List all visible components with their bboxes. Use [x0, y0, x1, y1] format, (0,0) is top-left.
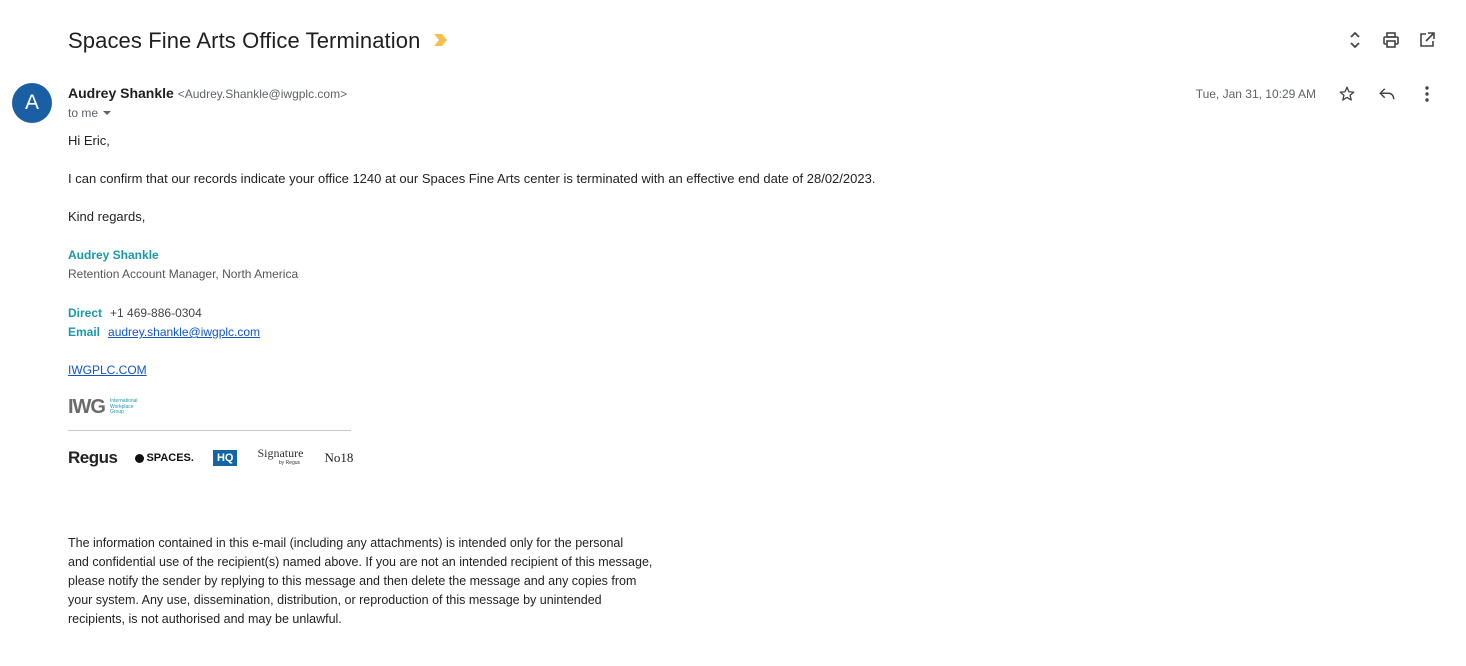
dropdown-arrow-icon: [102, 106, 112, 120]
signature-name: Audrey Shankle: [68, 248, 159, 262]
brand-logos: Regus SPACES. HQ Signature by Regus No18: [68, 444, 353, 472]
email-label: Email: [68, 325, 101, 339]
email-subject: Spaces Fine Arts Office Termination: [68, 28, 421, 53]
direct-label: Direct: [68, 306, 103, 320]
sender-name[interactable]: Audrey Shankle: [68, 85, 174, 101]
hq-logo: HQ: [212, 450, 238, 466]
open-in-new-window-icon[interactable]: [1418, 30, 1436, 50]
spaces-dot-icon: [135, 453, 145, 463]
star-icon[interactable]: [1338, 84, 1356, 104]
website-link[interactable]: IWGPLC.COM: [68, 363, 147, 377]
disclaimer-line: recipients, is not authorised and may be…: [68, 612, 342, 626]
message-date: Tue, Jan 31, 10:29 AM: [1195, 87, 1316, 101]
thread-toolbar: [1346, 30, 1436, 50]
signature-brand-text: Signature: [257, 446, 304, 460]
importance-marker-icon[interactable]: [434, 33, 448, 51]
signature-direct: Direct +1 469-886-0304: [68, 305, 202, 320]
sender-email: <Audrey.Shankle@iwgplc.com>: [177, 87, 348, 101]
iwg-logo-text: IWG: [68, 396, 106, 418]
iwg-sub-line: Group: [110, 409, 124, 416]
iwg-logo-subtitle: International Workplace Group: [110, 399, 138, 416]
signature-brand-sub: by Regus: [278, 460, 301, 466]
sender-line: Audrey Shankle <Audrey.Shankle@iwgplc.co…: [68, 85, 347, 101]
to-label: to me: [68, 106, 99, 120]
direct-phone: +1 469-886-0304: [110, 306, 202, 320]
recipients-toggle[interactable]: to me: [68, 106, 112, 120]
disclaimer-line: and confidential use of the recipient(s)…: [68, 555, 653, 569]
body-paragraph: I can confirm that our records indicate …: [68, 171, 876, 186]
more-vertical-icon[interactable]: [1418, 84, 1436, 104]
subject-row: Spaces Fine Arts Office Termination: [68, 26, 448, 56]
print-icon[interactable]: [1382, 30, 1400, 50]
website-row: IWGPLC.COM: [68, 362, 147, 377]
greeting: Hi Eric,: [68, 133, 110, 148]
disclaimer-line: your system. Any use, dissemination, dis…: [68, 593, 602, 607]
iwg-logo: IWG International Workplace Group: [68, 396, 138, 419]
reply-icon[interactable]: [1378, 84, 1396, 104]
signature-title: Retention Account Manager, North America: [68, 267, 299, 281]
signature-email-link[interactable]: audrey.shankle@iwgplc.com: [108, 325, 260, 339]
expand-collapse-icon[interactable]: [1346, 30, 1364, 50]
message-header-actions: Tue, Jan 31, 10:29 AM: [1196, 84, 1436, 104]
closing: Kind regards,: [68, 209, 146, 224]
spaces-logo-text: SPACES.: [146, 452, 194, 464]
disclaimer-line: The information contained in this e-mail…: [68, 536, 624, 550]
avatar[interactable]: A: [12, 83, 52, 123]
signature-divider: [68, 430, 351, 431]
regus-logo: Regus: [68, 448, 118, 467]
legal-disclaimer: The information contained in this e-mail…: [68, 534, 708, 629]
signature-email: Email audrey.shankle@iwgplc.com: [68, 324, 260, 339]
disclaimer-line: please notify the sender by replying to …: [68, 574, 637, 588]
spaces-logo: SPACES.: [135, 452, 194, 464]
signature-brand-logo: Signature by Regus: [257, 446, 304, 468]
no18-logo: No18: [324, 450, 354, 465]
